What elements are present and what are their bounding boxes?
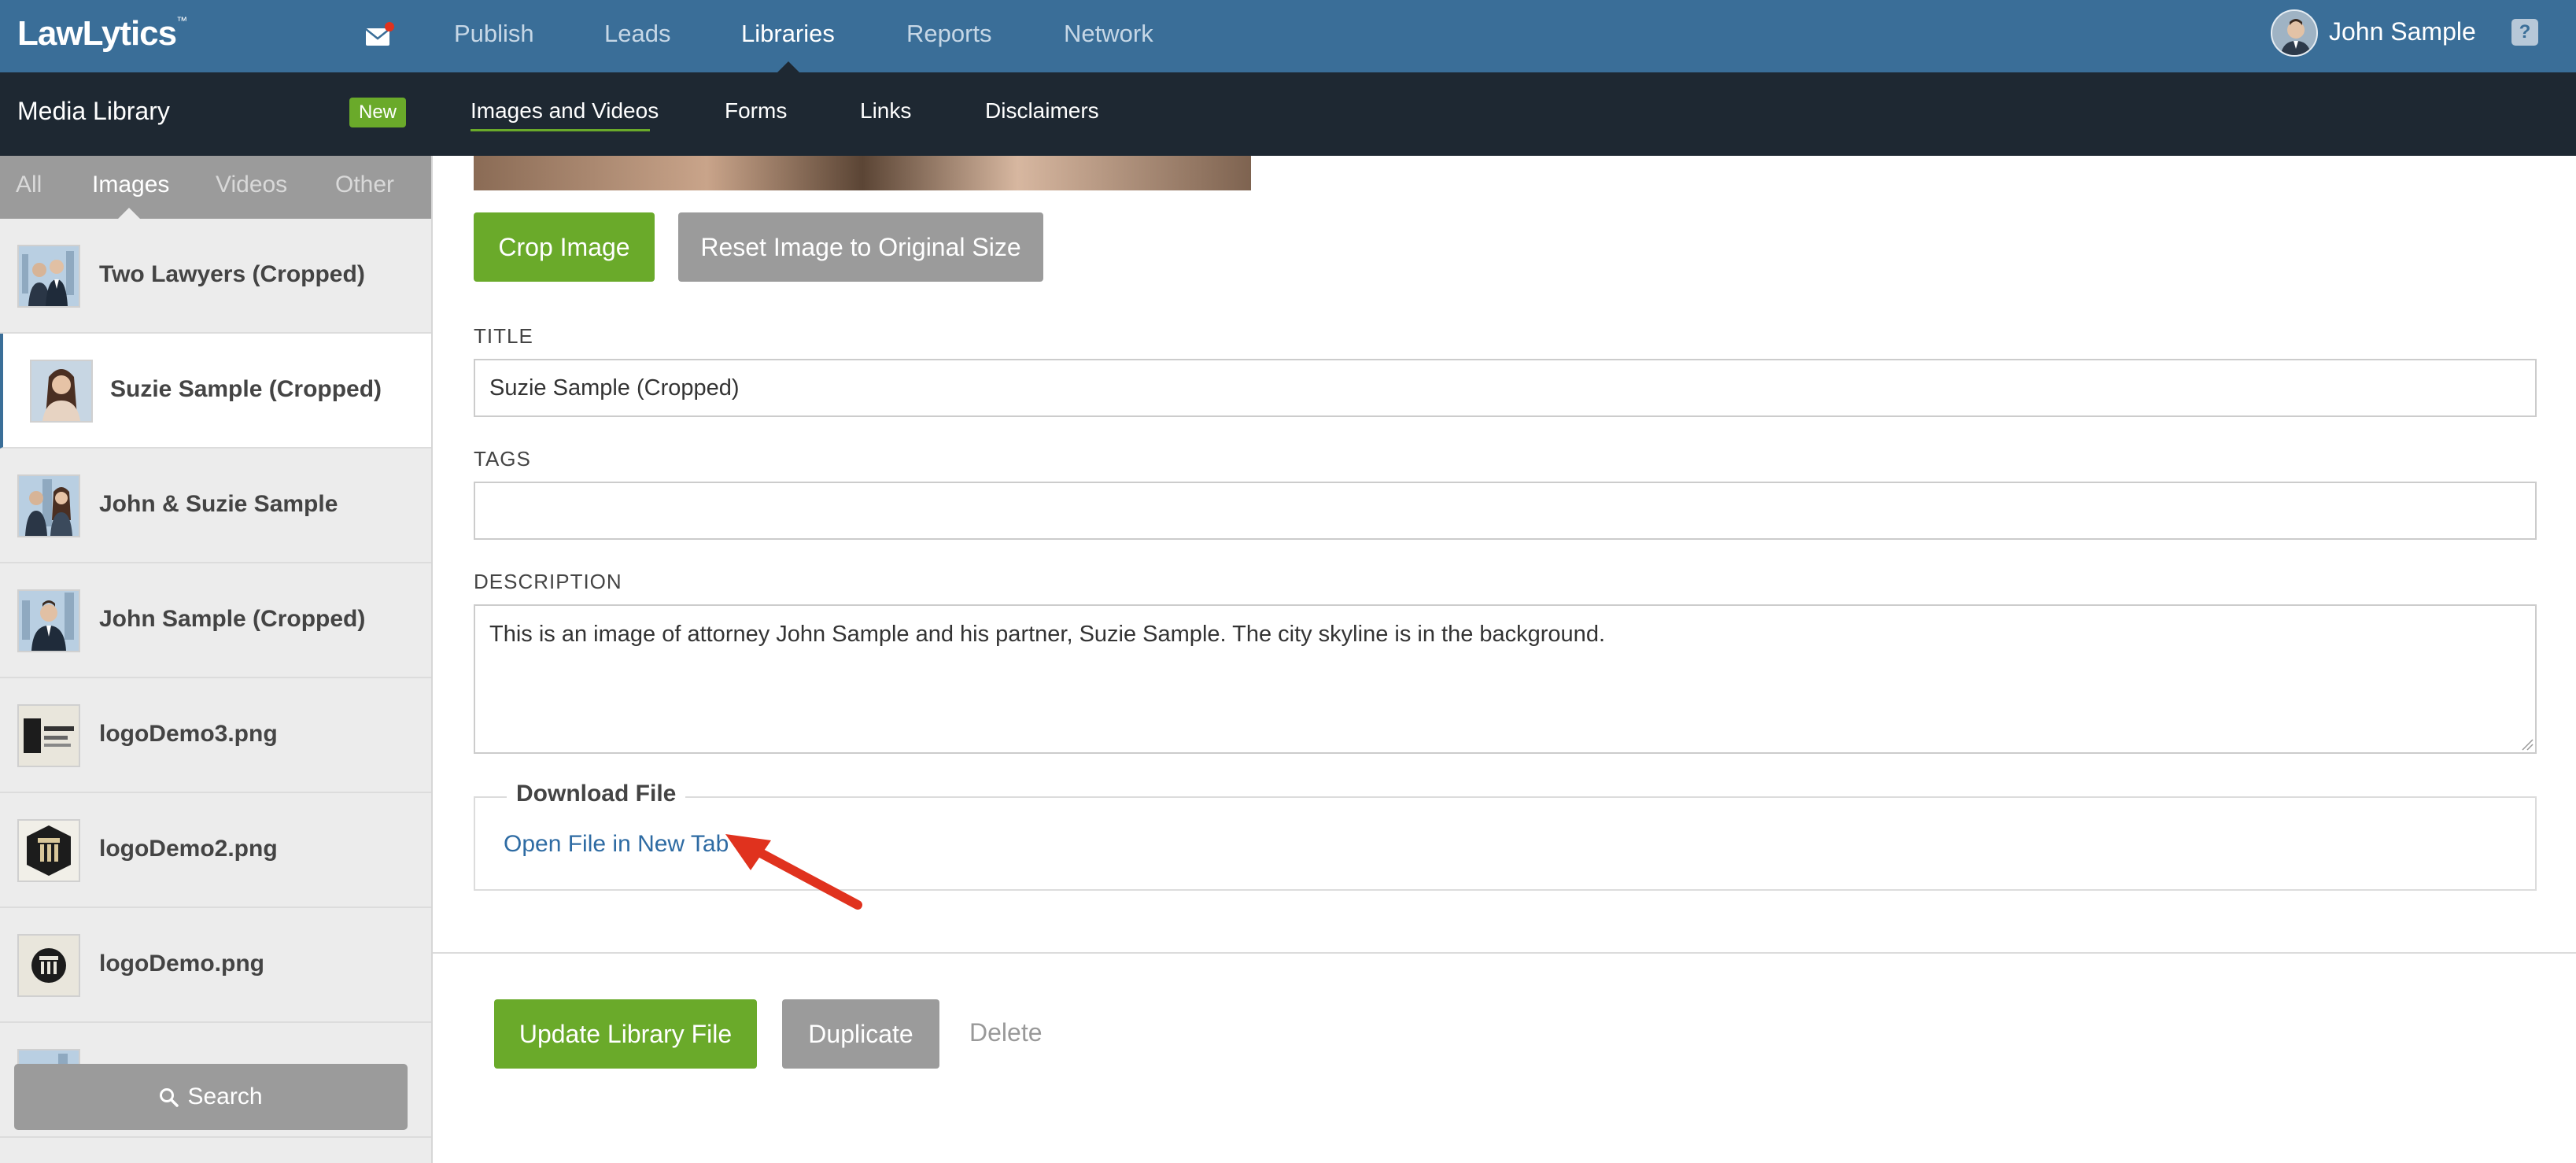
- description-text: This is an image of attorney John Sample…: [489, 622, 1605, 647]
- active-nav-caret: [777, 61, 799, 72]
- file-list-item[interactable]: John Sample (Cropped): [0, 563, 431, 678]
- filter-images[interactable]: Images: [92, 172, 169, 198]
- search-icon: [160, 1088, 179, 1107]
- tags-label: TAGS: [474, 447, 531, 471]
- tags-input[interactable]: [474, 482, 2537, 540]
- file-list-item-active[interactable]: Suzie Sample (Cropped): [0, 334, 431, 449]
- filter-all[interactable]: All: [16, 172, 42, 198]
- file-label: Two Lawyers (Cropped): [99, 261, 365, 287]
- file-list-sidebar: All Images Videos Other Two Lawyers (Cro…: [0, 156, 433, 1163]
- description-label: DESCRIPTION: [474, 570, 622, 593]
- media-library-subbar: Media Library New Images and Videos Form…: [0, 72, 2576, 156]
- file-label: John Sample (Cropped): [99, 606, 366, 632]
- filter-active-caret: [118, 208, 140, 219]
- section-divider: [433, 952, 2576, 954]
- file-label: logoDemo.png: [99, 951, 264, 977]
- tab-images-and-videos[interactable]: Images and Videos: [471, 98, 659, 124]
- description-textarea[interactable]: This is an image of attorney John Sample…: [474, 604, 2537, 754]
- tab-forms[interactable]: Forms: [725, 98, 787, 124]
- new-badge: New: [349, 98, 407, 127]
- reset-image-button[interactable]: Reset Image to Original Size: [678, 212, 1043, 282]
- file-label: logoDemo3.png: [99, 721, 278, 747]
- search-button-label: Search: [187, 1084, 263, 1109]
- logo-demo-thumbnail: [17, 934, 80, 997]
- annotation-arrow-icon: [725, 834, 862, 910]
- filter-other[interactable]: Other: [335, 172, 394, 198]
- page-title: Media Library: [17, 97, 170, 125]
- help-icon[interactable]: ?: [2511, 19, 2538, 46]
- nav-leads[interactable]: Leads: [604, 20, 670, 48]
- download-file-legend: Download File: [507, 781, 686, 807]
- nav-libraries[interactable]: Libraries: [741, 20, 835, 48]
- file-label: Suzie Sample (Cropped): [110, 376, 382, 402]
- crop-image-button[interactable]: Crop Image: [474, 212, 655, 282]
- update-library-file-button[interactable]: Update Library File: [494, 999, 757, 1069]
- file-label: logoDemo2.png: [99, 836, 278, 862]
- user-name[interactable]: John Sample: [2329, 17, 2476, 46]
- nav-publish[interactable]: Publish: [454, 20, 534, 48]
- file-list-item[interactable]: logoDemo.png: [0, 908, 431, 1023]
- file-type-filter: All Images Videos Other: [0, 156, 431, 219]
- file-label: John & Suzie Sample: [99, 491, 338, 517]
- logo-demo-2-thumbnail: [17, 819, 80, 882]
- logo-demo-3-thumbnail: [17, 704, 80, 767]
- nav-network[interactable]: Network: [1064, 20, 1153, 48]
- title-input[interactable]: Suzie Sample (Cropped): [474, 359, 2537, 417]
- file-list-item[interactable]: logoDemo2.png: [0, 793, 431, 908]
- tab-links[interactable]: Links: [860, 98, 911, 124]
- john-and-suzie-thumbnail: [17, 474, 80, 537]
- lawlytics-logo[interactable]: LawLytics™: [17, 14, 187, 54]
- tab-disclaimers[interactable]: Disclaimers: [985, 98, 1099, 124]
- active-tab-underline: [471, 129, 650, 131]
- file-list-item[interactable]: logoDemo3.png: [0, 678, 431, 793]
- nav-reports[interactable]: Reports: [906, 20, 992, 48]
- suzie-thumbnail: [30, 360, 93, 423]
- two-lawyers-thumbnail: [17, 245, 80, 308]
- file-list-item[interactable]: John & Suzie Sample: [0, 449, 431, 563]
- resize-grip-icon[interactable]: [2519, 737, 2534, 751]
- user-avatar[interactable]: [2271, 9, 2318, 57]
- search-button[interactable]: Search: [14, 1064, 408, 1130]
- duplicate-button[interactable]: Duplicate: [782, 999, 939, 1069]
- file-list-item[interactable]: Two Lawyers (Cropped): [0, 219, 431, 334]
- top-navigation-bar: LawLytics™ Publish Leads Libraries Repor…: [0, 0, 2576, 72]
- open-file-new-tab-link[interactable]: Open File in New Tab: [504, 831, 729, 858]
- avatar-photo-icon: [2272, 11, 2316, 55]
- file-editor-panel: Crop Image Reset Image to Original Size …: [433, 156, 2576, 1163]
- john-thumbnail: [17, 589, 80, 652]
- image-preview: [474, 156, 1251, 190]
- delete-link[interactable]: Delete: [969, 1018, 1043, 1047]
- title-label: TITLE: [474, 324, 533, 348]
- filter-videos[interactable]: Videos: [216, 172, 287, 198]
- mail-icon[interactable]: [364, 20, 395, 52]
